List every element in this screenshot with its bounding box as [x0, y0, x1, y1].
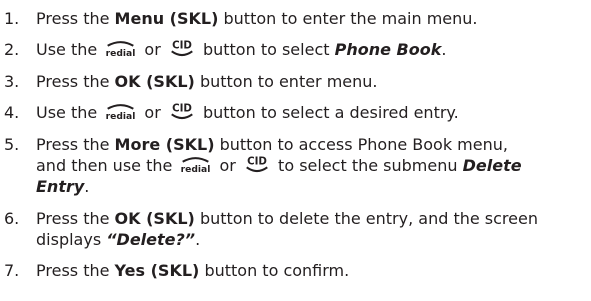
step-text-run: Press the	[36, 9, 115, 28]
step-text-run: Press the	[36, 261, 115, 280]
cid-key-icon	[243, 155, 271, 174]
step-number: 5.	[4, 135, 20, 154]
step-text-run: button to select a desired entry.	[197, 103, 459, 122]
step-text: Press the More (SKL) button to access Ph…	[36, 134, 586, 197]
step-text-run: .	[195, 230, 201, 249]
step-text-run: or	[139, 103, 166, 122]
cid-key-icon	[168, 102, 196, 121]
step-text-run: Use the	[36, 40, 103, 59]
step-text-run: Press the	[36, 72, 115, 91]
step-text-run: to select the submenu	[272, 156, 463, 175]
phone-book-menu-label: Phone Book	[334, 40, 442, 59]
redial-key-icon	[179, 155, 212, 174]
step-text-run: .	[84, 177, 90, 196]
step-number: 3.	[4, 72, 20, 91]
menu-skl-key-label: Menu (SKL)	[114, 9, 219, 28]
step-text-run: Press the	[36, 135, 115, 154]
step-number: 4.	[4, 103, 20, 122]
step-text-run: button to enter the main menu.	[218, 9, 478, 28]
redial-key-icon	[104, 102, 137, 121]
step-text-run: or	[214, 156, 241, 175]
step-text: Press the Yes (SKL) button to confirm.	[36, 260, 586, 281]
step-number: 2.	[4, 40, 20, 59]
redial-key-icon	[104, 39, 137, 58]
step-text-run: .	[441, 40, 447, 59]
more-skl-key-label: More (SKL)	[114, 135, 215, 154]
step-text-run: button to access Phone Book menu,	[214, 135, 508, 154]
delete-submenu-label: Delete	[462, 156, 522, 175]
step-text: Use the or button to select Phone Book.	[36, 39, 586, 60]
step-text: Press the Menu (SKL) button to enter the…	[36, 8, 586, 29]
step-text: Use the or button to select a desired en…	[36, 102, 586, 123]
ok-skl-key-label: OK (SKL)	[114, 209, 195, 228]
delete-prompt-text: “Delete?”	[106, 230, 196, 249]
step-number: 1.	[4, 9, 20, 28]
step-text-run: button to delete the entry, and the scre…	[194, 209, 538, 228]
step-text-run: button to select	[197, 40, 335, 59]
step-text-run: Press the	[36, 209, 115, 228]
step-text-run: button to enter menu.	[194, 72, 378, 91]
step-number: 6.	[4, 209, 20, 228]
entry-submenu-label: Entry	[36, 177, 85, 196]
step-number: 7.	[4, 261, 20, 280]
step-text-run: button to confirm.	[199, 261, 350, 280]
step-text: Press the OK (SKL) button to delete the …	[36, 208, 586, 250]
step-text-run: or	[139, 40, 166, 59]
step-text: Press the OK (SKL) button to enter menu.	[36, 71, 586, 92]
yes-skl-key-label: Yes (SKL)	[114, 261, 200, 280]
step-text-run: Use the	[36, 103, 103, 122]
step-text-run: and then use the	[36, 156, 178, 175]
cid-key-icon	[168, 39, 196, 58]
step-text-run: displays	[36, 230, 107, 249]
ok-skl-key-label: OK (SKL)	[114, 72, 195, 91]
